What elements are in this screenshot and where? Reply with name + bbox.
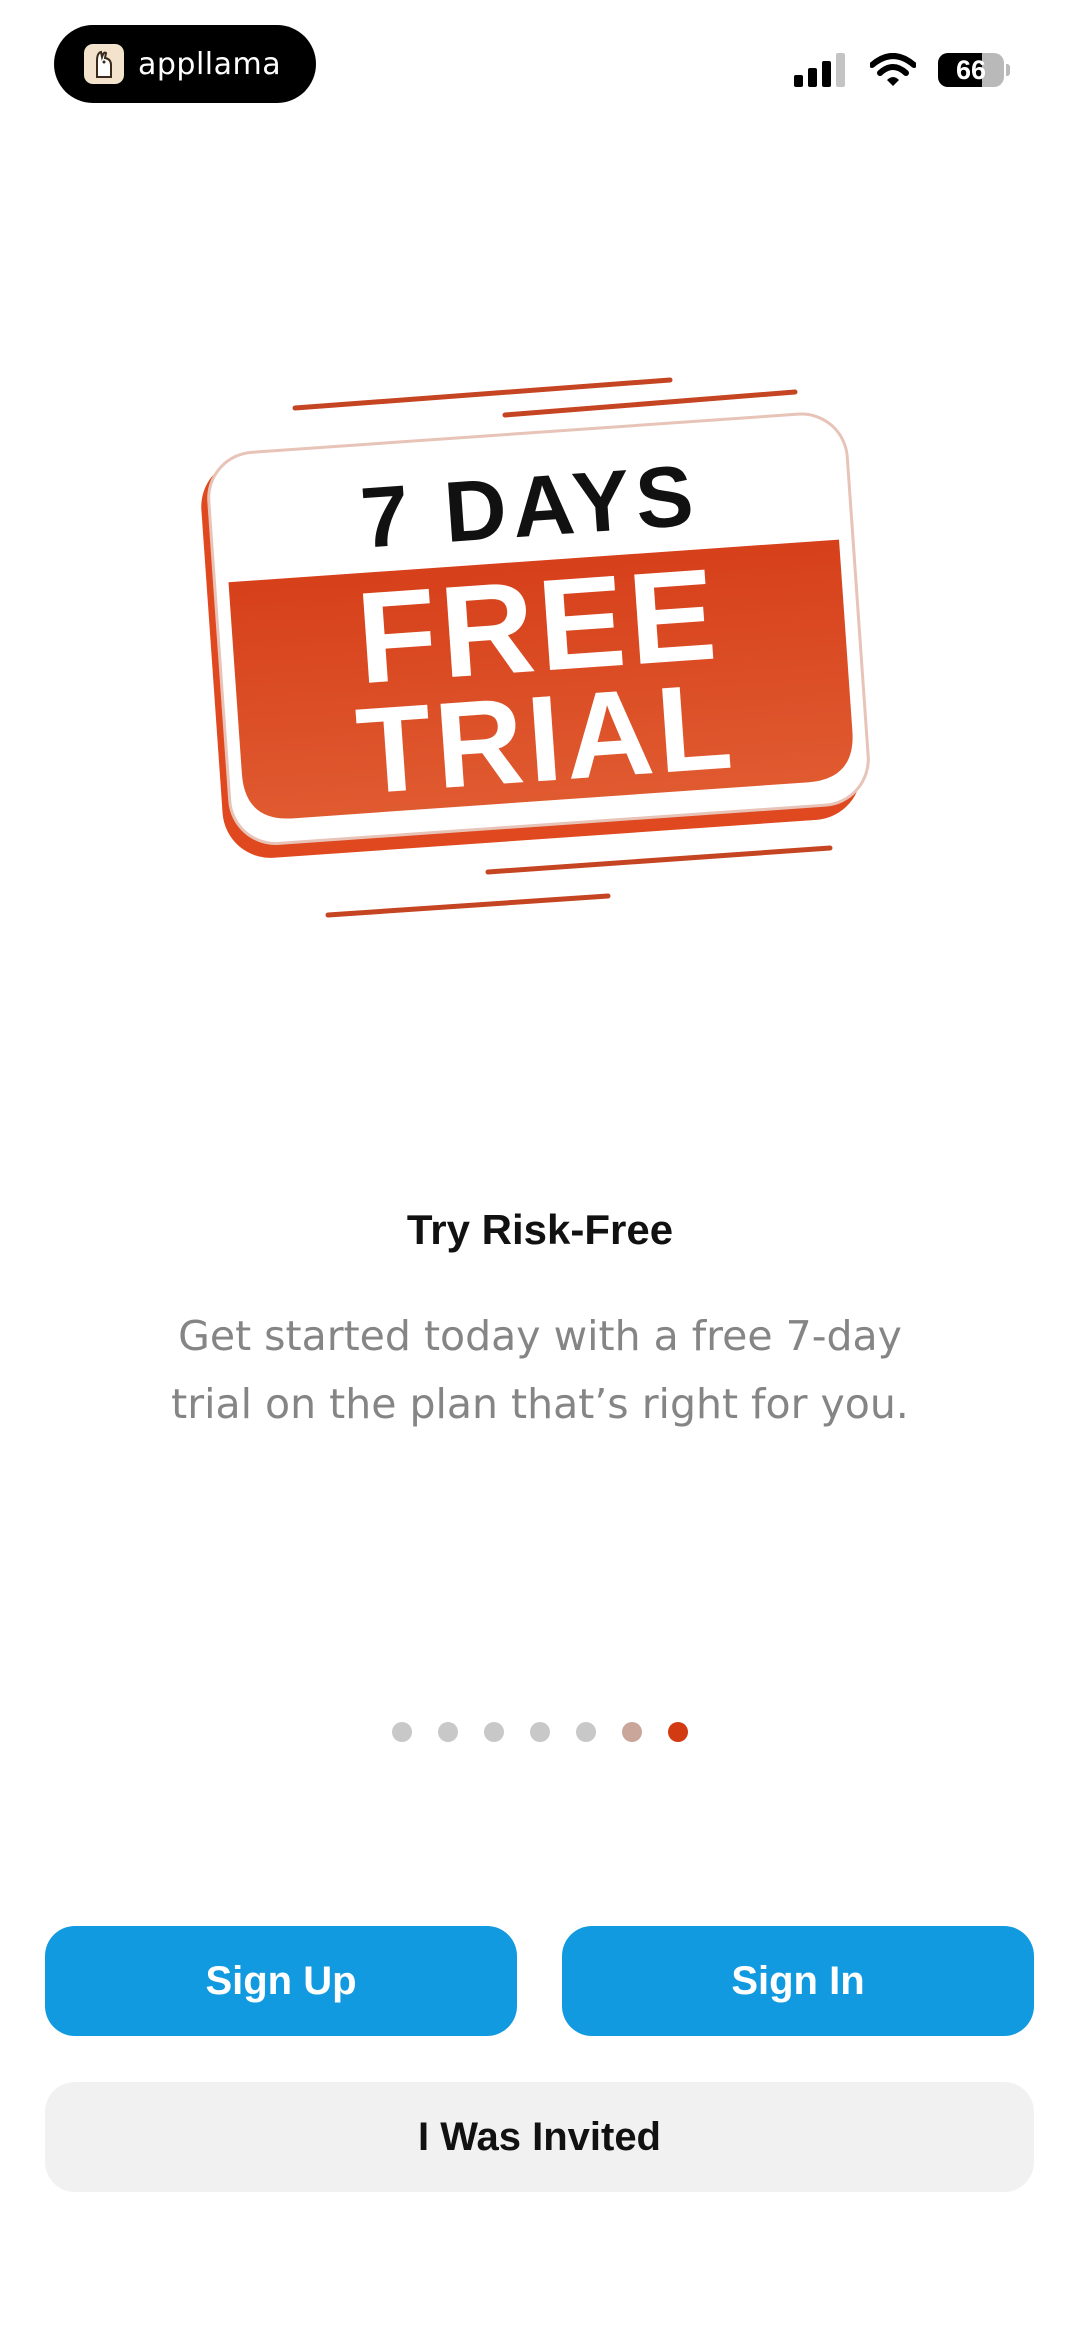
- page-dot[interactable]: [484, 1722, 504, 1742]
- page-dot[interactable]: [392, 1722, 412, 1742]
- page-dot[interactable]: [438, 1722, 458, 1742]
- page-dot[interactable]: [576, 1722, 596, 1742]
- speed-stripe: [325, 893, 611, 918]
- badge-trial-text: TRIAL: [352, 657, 740, 819]
- page-dot[interactable]: [622, 1722, 642, 1742]
- page-dot-active[interactable]: [668, 1722, 688, 1742]
- app-indicator-pill[interactable]: appllama: [54, 25, 316, 103]
- speed-stripe: [485, 845, 833, 875]
- battery-percentage: 66: [955, 54, 987, 85]
- onboarding-screen: appllama 66 7 DAYS FREE TRIAL Try Risk-F…: [0, 0, 1080, 2336]
- cellular-signal-icon: [794, 53, 845, 87]
- status-icons: 66: [794, 50, 1010, 90]
- page-title: Try Risk-Free: [406, 1206, 674, 1253]
- battery-icon: 66: [938, 53, 1010, 87]
- llama-logo-icon: [84, 44, 124, 84]
- speed-stripe: [292, 377, 673, 411]
- page-dot[interactable]: [530, 1722, 550, 1742]
- sign-in-button[interactable]: Sign In: [562, 1926, 1034, 2036]
- page-indicator: [0, 1722, 1080, 1742]
- free-trial-badge: 7 DAYS FREE TRIAL: [201, 377, 870, 918]
- invited-button[interactable]: I Was Invited: [45, 2082, 1034, 2192]
- badge-card: 7 DAYS FREE TRIAL: [201, 412, 870, 858]
- sign-up-button[interactable]: Sign Up: [45, 1926, 517, 2036]
- page-description: Get started today with a free 7-day tria…: [171, 1312, 909, 1428]
- battery-cap: [1006, 64, 1010, 76]
- app-name: appllama: [138, 46, 282, 82]
- speed-stripe: [502, 389, 798, 418]
- wifi-icon: [870, 53, 916, 86]
